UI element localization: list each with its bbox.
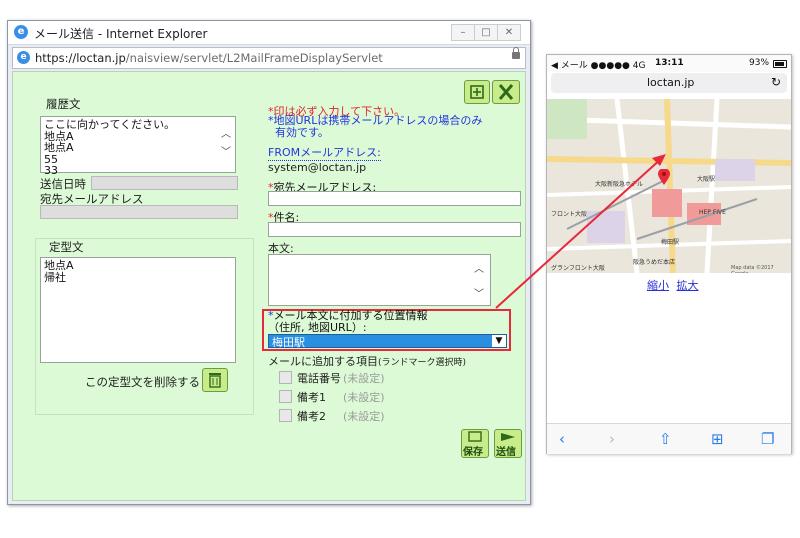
history-textarea[interactable]: ここに向かってください。 地点A 地点A 55 33 ︿ ﹀	[40, 116, 236, 176]
safari-host: loctan.jp	[647, 76, 695, 89]
map-label-e: HEP FIVE	[699, 209, 726, 216]
close-window-icon[interactable]: ✕	[497, 24, 521, 41]
delete-template-label: この定型文を削除する	[85, 375, 200, 389]
clock-text: 13:11	[655, 58, 684, 68]
history-text: ここに向かってください。 地点A 地点A 55 33	[44, 118, 176, 177]
share-icon[interactable]: ⇧	[659, 430, 672, 448]
note2-value: (未設定)	[343, 410, 385, 423]
map-url-note: *地図URLは携帯メールアドレスの場合のみ 有効です。	[268, 114, 483, 139]
extra-items-label: メールに追加する項目(ランドマーク選択時)	[268, 353, 466, 369]
close-icon	[498, 84, 514, 100]
maximize-icon[interactable]: □	[474, 24, 498, 41]
safari-url-bar[interactable]: loctan.jp ↻	[551, 73, 787, 93]
address-bar[interactable]: e https://loctan.jp/naisview/servlet/L2M…	[12, 47, 526, 69]
forward-icon[interactable]: ›	[609, 430, 615, 448]
send-label: 送信	[496, 447, 516, 458]
phone-number-checkbox[interactable]	[279, 371, 292, 384]
sent-datetime-field	[91, 176, 238, 190]
connector-arrow	[495, 154, 666, 309]
history-label: 履歴文	[46, 97, 81, 111]
save-button[interactable]: 保存	[461, 429, 489, 458]
body-scroll-up-icon[interactable]: ︿	[474, 260, 484, 275]
status-bar: ◀ メール ●●●●● 4G 13:11 93%	[547, 55, 791, 72]
add-frame-icon	[470, 85, 484, 99]
note1-checkbox[interactable]	[279, 390, 292, 403]
send-icon	[501, 433, 515, 441]
ie-logo-icon: e	[14, 25, 28, 39]
body-scroll-down-icon[interactable]: ﹀	[474, 285, 484, 300]
note1-value: (未設定)	[343, 391, 385, 404]
from-address-value: system@loctan.jp	[268, 161, 367, 174]
url-path: /naisview/servlet/L2MailFrameDisplayServ…	[125, 51, 383, 65]
to-address-input[interactable]	[268, 191, 521, 206]
location-label: *メール本文に付加する位置情報 （住所, 地図URL）:	[268, 309, 428, 334]
save-label: 保存	[463, 447, 483, 458]
template-text: 地点A 帰社	[44, 259, 74, 284]
reload-icon[interactable]: ↻	[771, 75, 781, 89]
mail-form-panel: 履歴文 ここに向かってください。 地点A 地点A 55 33 ︿ ﹀ 送信日時 …	[12, 71, 526, 501]
note2-checkbox[interactable]	[279, 409, 292, 422]
subject-input[interactable]	[268, 222, 521, 237]
phone-number-label: 電話番号	[297, 372, 341, 385]
minimize-icon[interactable]: –	[451, 24, 475, 41]
chevron-down-icon[interactable]: ▼	[492, 335, 506, 347]
battery-icon	[773, 60, 787, 68]
battery-text: 93%	[749, 58, 770, 68]
url-host: https://loctan.jp	[35, 51, 126, 65]
sent-datetime-label: 送信日時	[40, 177, 86, 191]
map-attribution: Map data ©2017 Google	[731, 265, 774, 273]
back-icon[interactable]: ‹	[559, 430, 565, 448]
extra-items-note: (ランドマーク選択時)	[378, 358, 467, 368]
carrier-text: ◀ メール ●●●●● 4G	[551, 61, 646, 71]
ie-page-icon: e	[17, 51, 30, 64]
note1-label: 備考1	[297, 391, 326, 404]
body-textarea[interactable]: ︿ ﹀	[268, 254, 491, 306]
send-button[interactable]: 送信	[494, 429, 522, 458]
add-frame-button[interactable]	[464, 80, 490, 104]
template-list[interactable]: 地点A 帰社	[40, 257, 236, 363]
dest-address-field	[40, 205, 238, 219]
safari-toolbar: ‹ › ⇧ ⊞ ❐	[547, 423, 791, 454]
extra-items-label-text: メールに追加する項目	[268, 355, 378, 368]
ie-window: e メール送信 - Internet Explorer – □ ✕ e http…	[7, 20, 531, 505]
bookmarks-icon[interactable]: ⊞	[711, 430, 724, 448]
lock-icon	[512, 47, 520, 59]
map-label-f: 大阪駅	[697, 176, 716, 183]
location-select-value: 梅田駅	[272, 336, 305, 349]
phone-number-value: (未設定)	[343, 372, 385, 385]
window-titlebar: e メール送信 - Internet Explorer – □ ✕	[8, 21, 530, 45]
note2-label: 備考2	[297, 410, 326, 423]
template-label: 定型文	[49, 240, 84, 254]
location-select[interactable]: 梅田駅 ▼	[268, 334, 507, 349]
location-label-line2: （住所, 地図URL）:	[268, 321, 367, 334]
from-address-label: FROMメールアドレス:	[268, 146, 381, 161]
delete-template-button[interactable]	[202, 368, 228, 392]
save-icon	[468, 431, 482, 442]
scroll-up-icon[interactable]: ︿	[221, 125, 231, 140]
close-button[interactable]	[492, 80, 520, 104]
trash-icon	[209, 373, 221, 388]
window-title: メール送信 - Internet Explorer	[34, 27, 208, 41]
scroll-down-icon[interactable]: ﹀	[221, 143, 231, 158]
tabs-icon[interactable]: ❐	[761, 430, 774, 448]
address-url[interactable]: https://loctan.jp/naisview/servlet/L2Mai…	[35, 51, 383, 65]
